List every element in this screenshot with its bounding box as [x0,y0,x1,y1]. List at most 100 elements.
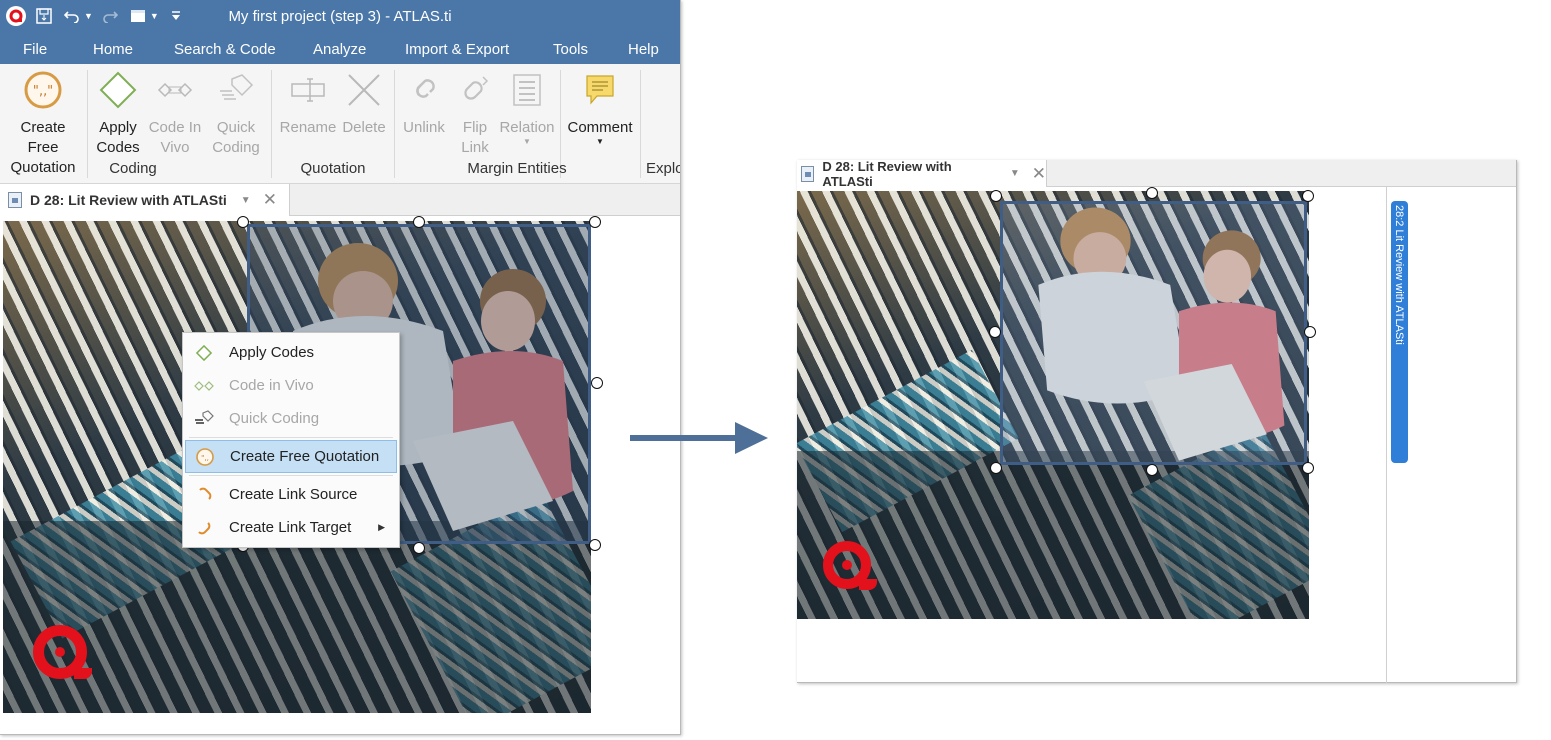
flip-link-label-2: Link [461,139,489,156]
resize-handle[interactable] [990,462,1002,474]
margin-quotation-bar[interactable]: 28:2 Lit Review with ATLASti [1391,201,1408,463]
quick-coding-icon [208,70,264,110]
group-label-quotation: Quotation [300,160,366,177]
unlink-icon [400,70,448,110]
atlas-watermark-logo [33,625,92,679]
resize-handle[interactable] [1304,326,1316,338]
quick-coding-button: Quick Coding [208,70,264,158]
atlas-watermark-logo [823,541,877,590]
tab-dropdown-icon[interactable]: ▼ [241,195,251,206]
resize-handle[interactable] [237,216,249,228]
ctx-apply-codes[interactable]: Apply Codes [185,336,397,369]
document-tab[interactable]: D 28: Lit Review with ATLASti ▼ ✕ [0,184,290,216]
ctx-create-link-source[interactable]: Create Link Source [185,478,397,511]
context-menu: Apply Codes Code in Vivo Quick Coding "‚… [182,332,400,548]
ctx-quick-coding: Quick Coding [185,402,397,435]
close-icon[interactable]: ✕ [1032,164,1046,184]
apply-codes-label: Apply [99,119,137,136]
quick-coding-icon [193,408,215,430]
tab-dropdown-icon[interactable]: ▼ [1010,168,1020,179]
comment-icon [564,70,636,110]
create-free-quotation-button[interactable]: "‚‚" Create Free Quotation [4,70,82,178]
apply-codes-button[interactable]: Apply Codes [94,70,142,158]
quotation-icon: "‚‚ [194,446,216,468]
relation-dropdown-icon: ▼ [523,137,531,146]
ctx-create-free-quotation[interactable]: "‚‚ Create Free Quotation [185,440,397,473]
atlas-window-before: ▼ ▼ My first project (step 3) - ATLAS.ti… [0,0,681,735]
code-in-vivo-button: Code In Vivo [146,70,204,158]
menu-import-export[interactable]: Import & Export [405,41,509,58]
link-icon [193,517,215,539]
flip-link-icon [452,70,498,110]
rename-icon [279,70,337,110]
code-in-vivo-label: Code In [148,119,202,136]
quick-coding-label-2: Coding [212,139,260,156]
ctx-create-link-source-label: Create Link Source [229,486,358,503]
quotation-icon: "‚‚" [4,70,82,110]
svg-text:"‚‚": "‚‚" [33,84,53,99]
document-tab-label: D 28: Lit Review with ATLASti [822,158,952,189]
ctx-quick-coding-label: Quick Coding [229,410,320,427]
menu-analyze[interactable]: Analyze [313,41,366,58]
document-tab[interactable]: D 28: Lit Review with ATLASti ▼ ✕ [797,158,1047,189]
title-bar: ▼ ▼ My first project (step 3) - ATLAS.ti [0,0,680,33]
flip-link-label: Flip [462,119,488,136]
menu-separator [189,437,393,438]
resize-handle[interactable] [589,539,601,551]
document-icon [801,165,815,182]
ribbon-separator [394,70,395,178]
resize-handle[interactable] [990,190,1002,202]
relation-button: Relation ▼ [498,70,556,146]
quotation-selection[interactable] [1000,201,1307,465]
unlink-label: Unlink [403,119,445,136]
menu-file[interactable]: File [23,41,47,58]
rename-label: Rename [279,119,337,136]
document-tab-bar: D 28: Lit Review with ATLASti ▼ ✕ [797,158,1516,189]
quick-coding-label: Quick [216,119,256,136]
resize-handle[interactable] [413,216,425,228]
resize-handle[interactable] [1302,462,1314,474]
menu-search-code[interactable]: Search & Code [174,41,276,58]
flip-link-button: Flip Link [452,70,498,158]
comment-button[interactable]: Comment ▼ [564,70,636,146]
svg-text:"‚‚: "‚‚ [201,454,209,462]
diamond-icon [193,342,215,364]
comment-label: Comment [567,119,633,136]
submenu-arrow-icon: ▶ [378,522,385,532]
ctx-code-in-vivo-label: Code in Vivo [229,377,314,394]
relation-label: Relation [499,119,555,136]
ctx-create-link-target-label: Create Link Target [229,519,352,536]
code-in-vivo-label-2: Vivo [160,139,190,156]
rename-button: Rename [279,70,337,138]
resize-handle[interactable] [989,326,1001,338]
delete-icon [341,70,387,110]
resize-handle[interactable] [591,377,603,389]
ctx-create-link-target[interactable]: Create Link Target ▶ [185,511,397,544]
margin-area: 28:2 Lit Review with ATLASti [1386,187,1516,683]
atlas-window-after: D 28: Lit Review with ATLASti ▼ ✕ 28:2 L… [797,158,1517,683]
create-free-quotation-label: Create Free [20,119,66,156]
close-icon[interactable]: ✕ [263,190,277,210]
unlink-button: Unlink [400,70,448,138]
group-label-margin-entities: Margin Entities [467,160,567,177]
group-label-coding: Coding [109,160,157,177]
resize-handle[interactable] [1146,464,1158,476]
ctx-apply-codes-label: Apply Codes [229,344,315,361]
diamond-icon [94,70,142,110]
ribbon: "‚‚" Create Free Quotation Apply Codes C… [0,64,680,184]
resize-handle[interactable] [413,542,425,554]
resize-handle[interactable] [1146,187,1158,199]
menu-help[interactable]: Help [628,41,659,58]
relation-icon [498,70,556,110]
window-title: My first project (step 3) - ATLAS.ti [228,8,452,25]
resize-handle[interactable] [589,216,601,228]
menu-home[interactable]: Home [93,41,133,58]
menu-separator [189,475,393,476]
comment-dropdown-icon: ▼ [596,137,604,146]
resize-handle[interactable] [1302,190,1314,202]
in-vivo-icon [193,375,215,397]
ctx-code-in-vivo: Code in Vivo [185,369,397,402]
in-vivo-icon [146,70,204,110]
ribbon-separator [640,70,641,178]
menu-tools[interactable]: Tools [553,41,588,58]
